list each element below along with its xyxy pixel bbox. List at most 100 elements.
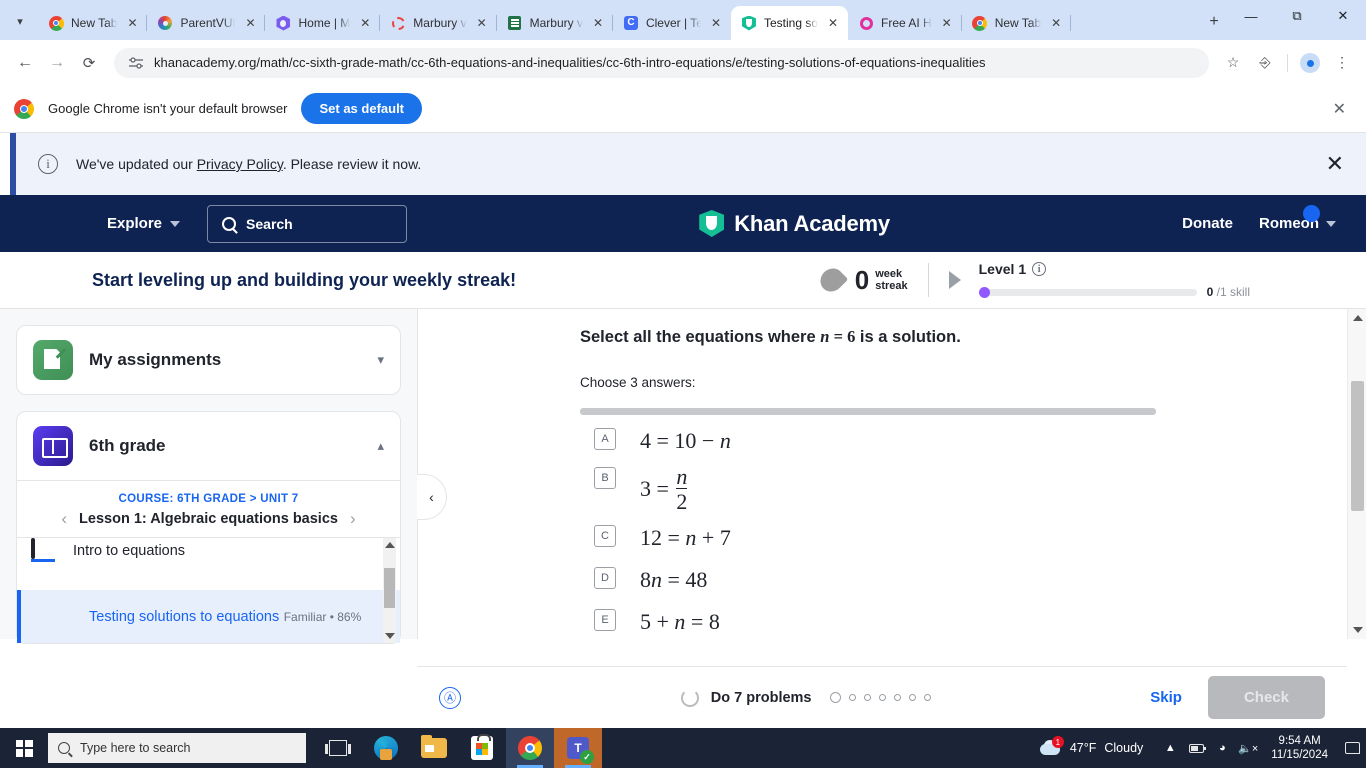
notification-icon[interactable]	[1338, 728, 1366, 768]
user-menu[interactable]: Romeoh	[1259, 205, 1336, 232]
set-as-default-button[interactable]: Set as default	[301, 93, 423, 124]
star-icon[interactable]: ☆	[1219, 49, 1247, 77]
new-tab-button[interactable]: +	[1200, 8, 1228, 36]
choice-option[interactable]: A 4 = 10 − n	[580, 415, 1326, 454]
scroll-up-arrow-icon[interactable]	[1353, 315, 1363, 321]
chevron-down-icon[interactable]: ▾	[377, 352, 384, 368]
profile-avatar-icon[interactable]	[1296, 49, 1324, 77]
accessibility-icon[interactable]: Ⓐ	[439, 686, 461, 709]
play-icon[interactable]	[948, 271, 961, 289]
close-tab-icon[interactable]: ✕	[590, 15, 606, 31]
reload-icon[interactable]: ⟳	[74, 48, 104, 78]
browser-tab[interactable]: Free AI H ✕	[848, 6, 962, 40]
donate-link[interactable]: Donate	[1182, 215, 1233, 232]
list-item[interactable]: Testing solutions to equations Familiar …	[17, 590, 400, 643]
chrome-icon[interactable]	[506, 728, 554, 768]
teams-icon[interactable]: T ✓	[554, 728, 602, 768]
my-assignments-card[interactable]: My assignments ▾	[16, 325, 401, 395]
lesson-list: Intro to equations Testing solutions to …	[17, 537, 400, 643]
task-view-icon[interactable]	[314, 728, 362, 768]
problem-dot	[863, 694, 871, 701]
choice-equation: 8n = 48	[640, 567, 708, 593]
scroll-down-arrow-icon[interactable]	[385, 633, 395, 639]
browser-tab[interactable]: New Tab ✕	[962, 6, 1072, 40]
sixth-grade-title: 6th grade	[89, 436, 166, 455]
browser-tab[interactable]: C Clever | Te ✕	[613, 6, 731, 40]
close-tab-icon[interactable]: ✕	[708, 15, 724, 31]
back-arrow-icon[interactable]: ←	[10, 48, 40, 78]
browser-tab[interactable]: Home | M ✕	[265, 6, 381, 40]
tab-search-chevron-down-icon[interactable]: ▾	[6, 7, 34, 35]
explore-menu[interactable]: Explore	[107, 215, 181, 232]
browser-tab[interactable]: New Tab ✕	[38, 6, 148, 40]
scrollbar-thumb[interactable]	[384, 568, 395, 608]
close-tab-icon[interactable]: ✕	[474, 15, 490, 31]
page-scrollbar[interactable]	[1347, 309, 1366, 639]
taskbar-search-input[interactable]: Type here to search	[48, 733, 306, 763]
privacy-policy-link[interactable]: Privacy Policy	[197, 156, 283, 172]
file-explorer-icon[interactable]	[410, 728, 458, 768]
microsoft-store-icon[interactable]	[458, 728, 506, 768]
extensions-icon[interactable]: ⎆	[1251, 49, 1279, 77]
browser-toolbar: ← → ⟳ khanacademy.org/math/cc-sixth-grad…	[0, 40, 1366, 85]
browser-tab[interactable]: Testing so ✕	[730, 6, 848, 40]
chevron-up-icon[interactable]: ▴	[377, 438, 384, 454]
choice-option[interactable]: C 12 = n + 7	[580, 515, 1326, 551]
choice-checkbox[interactable]: A	[594, 428, 616, 450]
close-window-button[interactable]: ✕	[1320, 0, 1366, 32]
three-dot-menu-icon[interactable]: ⋮	[1328, 49, 1356, 77]
close-tab-icon[interactable]: ✕	[1048, 15, 1064, 31]
refresh-icon[interactable]	[680, 688, 699, 707]
choice-option[interactable]: D 8n = 48	[580, 551, 1326, 593]
taskbar-clock[interactable]: 9:54 AM 11/15/2024	[1261, 734, 1338, 762]
address-bar[interactable]: khanacademy.org/math/cc-sixth-grade-math…	[114, 47, 1209, 78]
khan-academy-logo[interactable]: Khan Academy	[699, 210, 890, 237]
browser-tab[interactable]: Marbury v ✕	[380, 6, 497, 40]
close-icon[interactable]: ✕	[1326, 151, 1344, 177]
lesson-list-scrollbar[interactable]	[383, 538, 396, 643]
sixth-grade-header[interactable]: 6th grade ▴	[17, 412, 400, 480]
wifi-icon[interactable]: ◕	[1209, 728, 1235, 768]
scroll-up-arrow-icon[interactable]	[385, 542, 395, 548]
choice-option[interactable]: B 3 = n2	[580, 454, 1326, 515]
choice-checkbox[interactable]: B	[594, 467, 616, 489]
choice-checkbox[interactable]: C	[594, 525, 616, 548]
edge-icon[interactable]	[362, 728, 410, 768]
url-text: khanacademy.org/math/cc-sixth-grade-math…	[154, 55, 986, 70]
close-tab-icon[interactable]: ✕	[124, 15, 140, 31]
scroll-down-arrow-icon[interactable]	[1353, 627, 1363, 633]
windows-start-icon[interactable]	[0, 728, 48, 768]
selection-progress-bar	[580, 408, 1156, 415]
volume-muted-icon[interactable]: 🔈×	[1235, 728, 1261, 768]
browser-tab[interactable]: Marbury v ✕	[497, 6, 614, 40]
check-button[interactable]: Check	[1207, 676, 1325, 719]
close-icon[interactable]: ✕	[1327, 93, 1352, 125]
list-item[interactable]: Intro to equations	[17, 538, 400, 572]
choice-checkbox[interactable]: D	[594, 567, 616, 590]
forward-arrow-icon[interactable]: →	[42, 48, 72, 78]
problem-dot	[848, 694, 856, 701]
weather-widget[interactable]: 1 47°F Cloudy	[1038, 736, 1157, 757]
problem-dot	[908, 694, 916, 701]
maximize-button[interactable]: ⧉	[1274, 0, 1320, 32]
minimize-button[interactable]: —	[1228, 0, 1274, 32]
chevron-right-icon[interactable]: ›	[350, 509, 356, 529]
search-input[interactable]: Search	[207, 204, 408, 243]
choice-checkbox[interactable]: E	[594, 609, 616, 632]
close-tab-icon[interactable]: ✕	[242, 15, 258, 31]
battery-icon[interactable]	[1183, 728, 1209, 768]
ring-icon	[390, 15, 406, 31]
tune-icon[interactable]	[128, 55, 144, 71]
chevron-up-icon[interactable]: ▲	[1157, 728, 1183, 768]
chevron-left-icon[interactable]: ‹	[61, 509, 67, 529]
browser-tab[interactable]: ParentVUE ✕	[147, 6, 266, 40]
close-tab-icon[interactable]: ✕	[939, 15, 955, 31]
scrollbar-thumb[interactable]	[1351, 381, 1364, 511]
skip-button[interactable]: Skip	[1150, 689, 1182, 706]
close-tab-icon[interactable]: ✕	[357, 15, 373, 31]
close-tab-icon[interactable]: ✕	[825, 15, 841, 31]
breadcrumb-course[interactable]: COURSE: 6TH GRADE > UNIT 7	[25, 493, 392, 505]
choice-option[interactable]: E 5 + n = 8	[580, 593, 1326, 635]
chevron-down-icon	[170, 220, 181, 227]
info-icon[interactable]: i	[1032, 262, 1047, 276]
